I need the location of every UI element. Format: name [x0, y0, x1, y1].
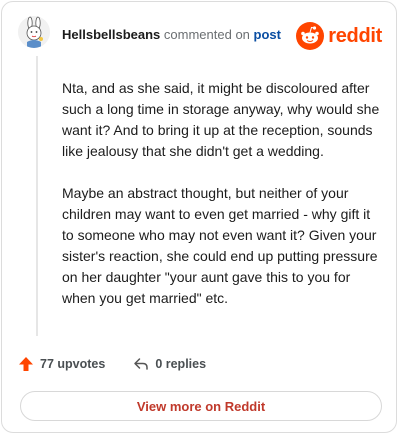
avatar[interactable]	[18, 16, 50, 48]
upvote-count: 77 upvotes	[40, 357, 106, 371]
comment-paragraph: Maybe an abstract thought, but neither o…	[62, 185, 378, 306]
comment-actions: 77 upvotes 0 replies	[18, 356, 234, 372]
comment-body: Nta, and as she said, it might be discol…	[62, 78, 384, 330]
author-name[interactable]: Hellsbellsbeans	[62, 27, 160, 42]
comment-header: Hellsbellsbeans commented on post	[62, 27, 281, 43]
reddit-logo[interactable]: reddit	[296, 22, 382, 50]
comment-card: Hellsbellsbeans commented on post reddit…	[1, 1, 397, 433]
replies-button[interactable]: 0 replies	[133, 356, 206, 372]
reply-arrow-icon	[134, 358, 149, 370]
comment-paragraph: Nta, and as she said, it might be discol…	[62, 80, 380, 159]
thread-line	[36, 56, 38, 336]
view-more-button[interactable]: View more on Reddit	[20, 391, 382, 421]
reddit-snoo-icon	[296, 22, 325, 50]
post-link[interactable]: post	[254, 27, 281, 42]
bunny-avatar-icon	[18, 16, 50, 48]
reply-count: 0 replies	[155, 357, 207, 371]
comment-action-text: commented on	[163, 27, 250, 42]
upvote-button[interactable]: 77 upvotes	[18, 356, 105, 372]
reddit-wordmark: reddit	[328, 24, 382, 47]
upvote-arrow-icon	[19, 357, 33, 371]
